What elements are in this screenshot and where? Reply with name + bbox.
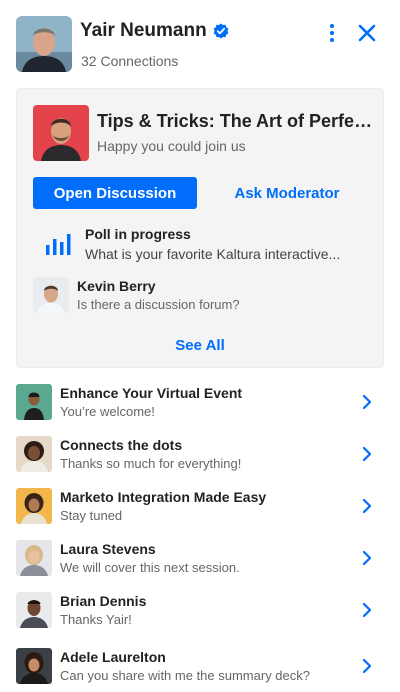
avatar [16,384,52,420]
chevron-right-icon [360,446,374,462]
chevron-right-icon [360,658,374,674]
kebab-menu-icon[interactable] [322,22,342,44]
chevron-right-icon [360,602,374,618]
list-item-title: Enhance Your Virtual Event [60,385,243,401]
list-item-text: We will cover this next session. [60,560,240,575]
list-item-title: Brian Dennis [60,593,147,609]
list-item-text: Stay tuned [60,508,123,523]
list-item[interactable]: Enhance Your Virtual Event You’re welcom… [0,376,400,428]
see-all-link[interactable]: See All [17,337,383,354]
connections-count: 32 Connections [81,53,179,69]
verified-check-icon [213,23,229,39]
avatar [33,277,69,313]
list-item[interactable]: Adele Laurelton Can you share with me th… [0,640,400,692]
list-item[interactable]: Connects the dots Thanks so much for eve… [0,428,400,480]
avatar [16,488,52,524]
list-item-text: Thanks Yair! [60,612,132,627]
avatar [16,436,52,472]
list-item-text: Thanks so much for everything! [60,456,242,471]
poll-status[interactable]: Poll in progress [85,226,191,242]
chevron-right-icon [360,550,374,566]
session-title: Tips & Tricks: The Art of Perfect... [97,111,377,131]
profile-header: Yair Neumann 32 Connections [0,0,400,80]
list-item[interactable]: Laura Stevens We will cover this next se… [0,532,400,584]
chevron-right-icon [360,394,374,410]
list-item-title: Adele Laurelton [60,649,166,665]
list-item[interactable]: Brian Dennis Thanks Yair! [0,584,400,636]
profile-name: Yair Neumann [80,20,229,42]
avatar [16,648,52,684]
chevron-right-icon [360,498,374,514]
close-icon[interactable] [356,22,378,44]
poll-question[interactable]: What is your favorite Kaltura interactiv… [85,246,370,262]
session-card: Tips & Tricks: The Art of Perfect... Hap… [16,88,384,368]
list-item-title: Laura Stevens [60,541,156,557]
list-item-title: Marketo Integration Made Easy [60,489,267,505]
message-author: Kevin Berry [77,278,156,294]
message-text: Is there a discussion forum? [77,297,240,312]
ask-moderator-button[interactable]: Ask Moderator [205,177,369,209]
list-item[interactable]: Marketo Integration Made Easy Stay tuned [0,480,400,532]
session-thumbnail [33,105,89,161]
profile-avatar [16,16,72,72]
session-subtitle: Happy you could join us [97,138,246,154]
profile-name-text: Yair Neumann [80,20,207,41]
avatar [16,540,52,576]
open-discussion-button[interactable]: Open Discussion [33,177,197,209]
avatar [16,592,52,628]
list-item-text: You’re welcome! [60,404,155,419]
bar-chart-icon [45,233,71,255]
list-item-text: Can you share with me the summary deck? [60,668,310,683]
list-item-title: Connects the dots [60,437,183,453]
